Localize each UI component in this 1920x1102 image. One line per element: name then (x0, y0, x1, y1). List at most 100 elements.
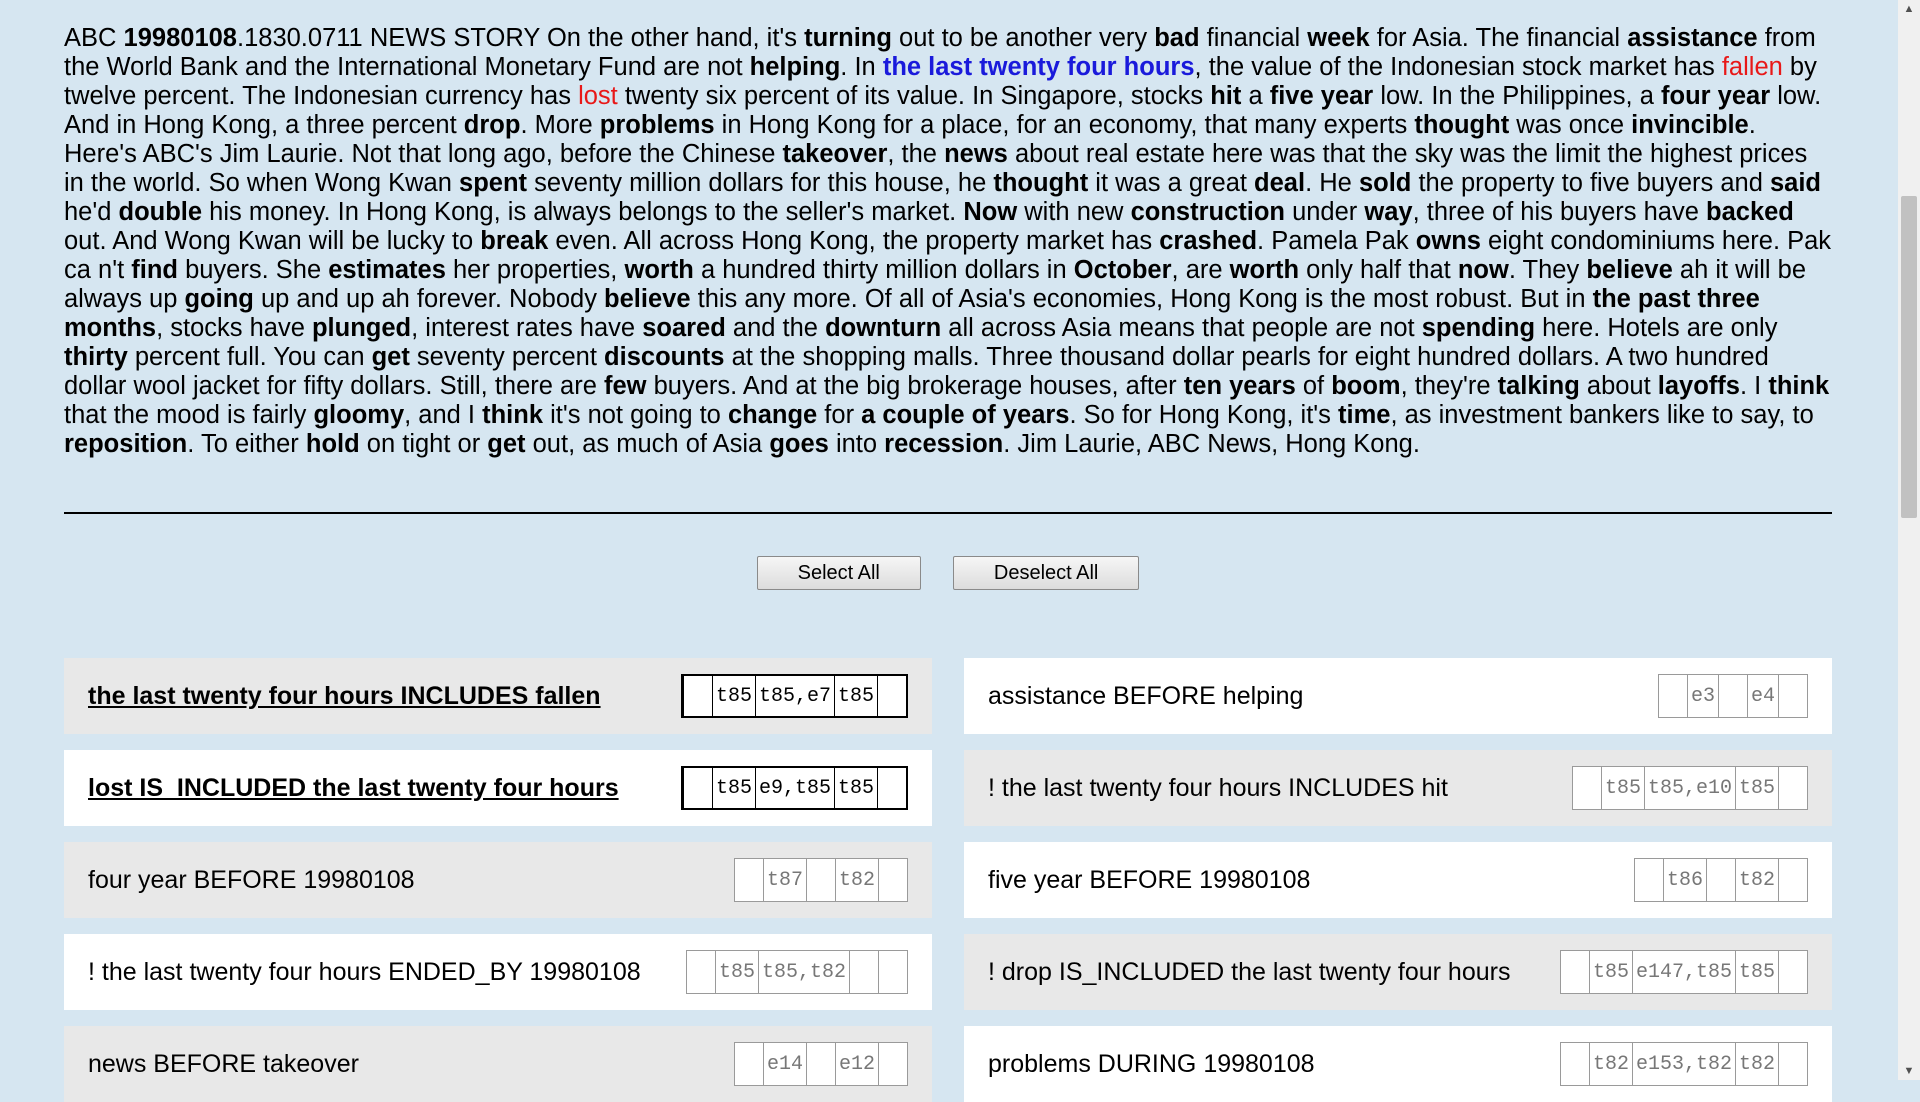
relation-item[interactable]: news BEFORE takeover e14 e12 (64, 1026, 932, 1102)
highlighted-event[interactable]: going (184, 285, 253, 313)
highlighted-event[interactable]: soared (642, 314, 726, 342)
highlighted-event[interactable]: time (1338, 401, 1390, 429)
highlighted-event[interactable]: reposition (64, 430, 187, 458)
highlighted-event[interactable]: estimates (328, 256, 446, 284)
highlighted-event[interactable]: invincible (1631, 111, 1749, 139)
highlighted-event[interactable]: spent (459, 169, 527, 197)
relation-item[interactable]: ! the last twenty four hours ENDED_BY 19… (64, 934, 932, 1010)
highlighted-event[interactable]: think (1768, 372, 1829, 400)
story-text-run: under (1284, 198, 1365, 226)
id-cell (1778, 951, 1807, 993)
highlighted-event[interactable]: get (372, 343, 410, 371)
highlighted-event[interactable]: deal (1254, 169, 1305, 197)
highlighted-event[interactable]: bad (1154, 24, 1199, 52)
relation-item[interactable]: problems DURING 19980108 t82 e153,t82 t82 (964, 1026, 1832, 1102)
highlighted-event[interactable]: now (1458, 256, 1509, 284)
id-cell: t85 (711, 676, 755, 716)
relation-item[interactable]: assistance BEFORE helping e3 e4 (964, 658, 1832, 734)
highlighted-event[interactable]: boom (1331, 372, 1400, 400)
scrollbar-thumb[interactable] (1901, 196, 1917, 518)
highlighted-event[interactable]: news (944, 140, 1008, 168)
highlighted-event[interactable]: backed (1706, 198, 1794, 226)
id-cell (735, 1043, 763, 1085)
highlighted-event[interactable]: 19980108 (124, 24, 237, 52)
highlighted-event[interactable]: goes (769, 430, 829, 458)
highlighted-event[interactable]: talking (1498, 372, 1580, 400)
highlighted-event[interactable]: four year (1661, 82, 1770, 110)
id-cell: t85,e7 (754, 676, 834, 716)
deselect-all-button[interactable]: Deselect All (952, 556, 1140, 590)
story-text-run: . He (1305, 169, 1359, 197)
highlighted-event[interactable]: thought (993, 169, 1088, 197)
highlighted-event[interactable]: way (1364, 198, 1412, 226)
id-cell: e3 (1686, 675, 1718, 717)
highlighted-event[interactable]: hit (1210, 82, 1241, 110)
highlighted-event[interactable]: takeover (782, 140, 887, 168)
relation-item[interactable]: five year BEFORE 19980108 t86 t82 (964, 842, 1832, 918)
highlighted-event[interactable]: layoffs (1658, 372, 1740, 400)
relation-item[interactable]: lost IS_INCLUDED the last twenty four ho… (64, 750, 932, 826)
relation-item[interactable]: the last twenty four hours INCLUDES fall… (64, 658, 932, 734)
story-text-run: low. In the Philippines, a (1373, 82, 1661, 110)
highlighted-event[interactable]: turning (804, 24, 892, 52)
highlighted-event[interactable]: find (131, 256, 178, 284)
highlighted-event[interactable]: thought (1414, 111, 1509, 139)
highlighted-event[interactable]: a couple of years (861, 401, 1069, 429)
story-text-run: seventy million dollars for this house, … (527, 169, 994, 197)
highlighted-event[interactable]: gloomy (313, 401, 404, 429)
story-text-run: it was a great (1088, 169, 1255, 197)
selected-event[interactable]: fallen (1722, 53, 1783, 81)
relation-id-cells: e3 e4 (1657, 674, 1808, 718)
id-cell: t85 (714, 951, 758, 993)
highlighted-event[interactable]: downturn (825, 314, 941, 342)
highlighted-event[interactable]: hold (306, 430, 360, 458)
relation-item[interactable]: ! drop IS_INCLUDED the last twenty four … (964, 934, 1832, 1010)
story-text-run: was once (1509, 111, 1632, 139)
story-text-run: out. And Wong Kwan will be lucky to (64, 227, 481, 255)
highlighted-event[interactable]: said (1770, 169, 1821, 197)
vertical-scrollbar[interactable]: ▲ ▼ (1898, 0, 1920, 1080)
highlighted-event[interactable]: discounts (604, 343, 724, 371)
select-all-button[interactable]: Select All (756, 556, 921, 590)
selected-timex[interactable]: the last twenty four hours (883, 53, 1195, 81)
highlighted-event[interactable]: construction (1131, 198, 1285, 226)
story-text-run: . I (1739, 372, 1769, 400)
highlighted-event[interactable]: October (1074, 256, 1172, 284)
relation-item[interactable]: ! the last twenty four hours INCLUDES hi… (964, 750, 1832, 826)
highlighted-event[interactable]: believe (1586, 256, 1672, 284)
highlighted-event[interactable]: worth (624, 256, 693, 284)
highlighted-event[interactable]: think (482, 401, 543, 429)
id-cell (1705, 859, 1735, 901)
id-cell: t85,t82 (757, 951, 849, 993)
highlighted-event[interactable]: assistance (1627, 24, 1757, 52)
scroll-down-arrow-icon[interactable]: ▼ (1898, 1062, 1920, 1080)
selected-event[interactable]: lost (578, 82, 618, 110)
highlighted-event[interactable]: Now (963, 198, 1017, 226)
highlighted-event[interactable]: believe (604, 285, 690, 313)
highlighted-event[interactable]: recession (884, 430, 1003, 458)
highlighted-event[interactable]: plunged (312, 314, 411, 342)
relation-item[interactable]: four year BEFORE 19980108 t87 t82 (64, 842, 932, 918)
highlighted-event[interactable]: break (480, 227, 548, 255)
story-text-run: , they're (1400, 372, 1498, 400)
highlighted-event[interactable]: drop (464, 111, 521, 139)
highlighted-event[interactable]: helping (750, 53, 841, 81)
highlighted-event[interactable]: owns (1416, 227, 1481, 255)
highlighted-event[interactable]: problems (600, 111, 715, 139)
scroll-up-arrow-icon[interactable]: ▲ (1898, 0, 1920, 18)
highlighted-event[interactable]: get (487, 430, 525, 458)
highlighted-event[interactable]: sold (1359, 169, 1411, 197)
highlighted-event[interactable]: thirty (64, 343, 128, 371)
highlighted-event[interactable]: crashed (1159, 227, 1257, 255)
highlighted-event[interactable]: ten years (1184, 372, 1296, 400)
story-text-run: into (828, 430, 885, 458)
highlighted-event[interactable]: double (119, 198, 203, 226)
id-cell: t85 (1734, 951, 1778, 993)
highlighted-event[interactable]: five year (1270, 82, 1374, 110)
highlighted-event[interactable]: worth (1230, 256, 1299, 284)
highlighted-event[interactable]: few (604, 372, 647, 400)
highlighted-event[interactable]: spending (1422, 314, 1535, 342)
highlighted-event[interactable]: week (1307, 24, 1369, 52)
highlighted-event[interactable]: change (728, 401, 817, 429)
id-cell: t85 (833, 768, 877, 808)
